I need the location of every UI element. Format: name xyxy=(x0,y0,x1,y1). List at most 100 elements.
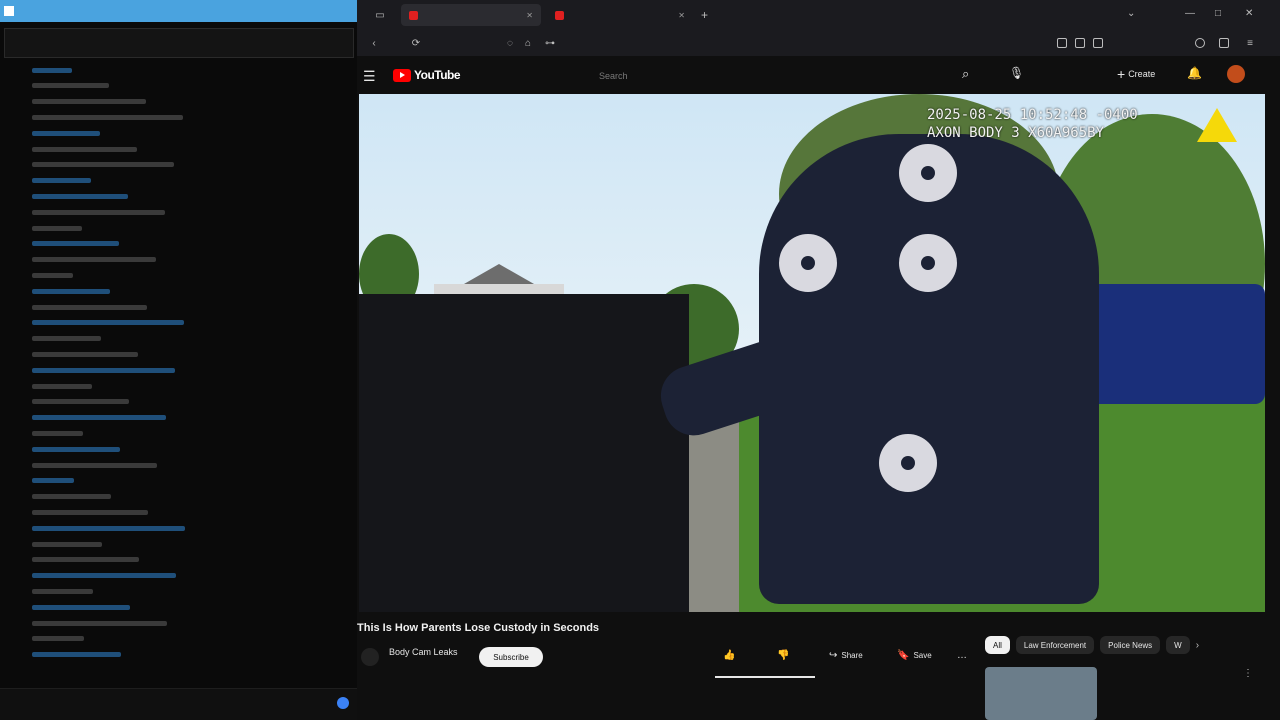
kebab-menu-icon[interactable]: ⋮ xyxy=(1243,668,1253,679)
chat-message[interactable] xyxy=(26,585,93,597)
minimize-icon[interactable]: — xyxy=(1185,8,1195,19)
back-icon[interactable]: ‹ xyxy=(365,38,383,49)
chat-message[interactable] xyxy=(26,538,102,550)
chat-message[interactable] xyxy=(26,649,121,661)
chat-message[interactable] xyxy=(26,633,84,645)
chat-message[interactable] xyxy=(26,222,82,234)
chat-message[interactable] xyxy=(26,64,72,76)
save-button[interactable]: 🔖 Save xyxy=(897,650,932,661)
chat-message[interactable] xyxy=(26,317,184,329)
subscribe-button[interactable]: Subscribe xyxy=(479,647,543,667)
chat-message[interactable] xyxy=(26,301,147,313)
create-button[interactable]: + Create xyxy=(1117,66,1155,82)
tab-youtube-1[interactable]: ✕ xyxy=(401,4,541,26)
chat-message-placeholder xyxy=(32,446,120,452)
chat-message[interactable] xyxy=(26,269,73,281)
chat-message[interactable] xyxy=(26,554,139,566)
permissions-icon[interactable]: ⊶ xyxy=(541,38,559,49)
mic-icon[interactable]: 🎙 xyxy=(1009,66,1024,80)
chat-message-placeholder xyxy=(32,304,147,310)
app-menu-icon[interactable]: ≡ xyxy=(1241,38,1259,49)
channel-name[interactable]: Body Cam Leaks xyxy=(389,647,458,657)
chat-message[interactable] xyxy=(26,111,183,123)
chat-message[interactable] xyxy=(26,238,119,250)
chat-message[interactable] xyxy=(26,443,120,455)
new-tab-icon[interactable]: + xyxy=(701,8,708,22)
extensions-icon[interactable] xyxy=(1219,38,1229,48)
chat-message-list[interactable] xyxy=(0,60,357,680)
chip-law-enforcement[interactable]: Law Enforcement xyxy=(1015,636,1095,654)
chip-police-news[interactable]: Police News xyxy=(1100,636,1161,654)
share-button[interactable]: ↪ Share xyxy=(829,650,863,661)
chat-message[interactable] xyxy=(26,506,148,518)
video-player[interactable]: 2025-08-25 10:52:48 -0400 AXON BODY 3 X6… xyxy=(359,94,1265,612)
chat-message[interactable] xyxy=(26,522,185,534)
chat-message[interactable] xyxy=(26,380,92,392)
chat-message[interactable] xyxy=(26,491,111,503)
chat-message[interactable] xyxy=(26,127,100,139)
chat-message[interactable] xyxy=(26,206,165,218)
chat-pinned-message xyxy=(4,28,354,58)
chip-more[interactable]: W xyxy=(1166,636,1190,654)
chat-message[interactable] xyxy=(26,570,176,582)
account-icon[interactable] xyxy=(1195,38,1205,48)
chat-message[interactable] xyxy=(26,364,175,376)
search-input[interactable] xyxy=(597,66,937,86)
close-tab-icon[interactable]: ✕ xyxy=(526,11,533,20)
avatar[interactable] xyxy=(1227,65,1245,83)
chat-message-placeholder xyxy=(32,67,72,73)
chip-all[interactable]: All xyxy=(985,636,1010,654)
chat-message-placeholder xyxy=(32,588,93,594)
hamburger-icon[interactable]: ☰ xyxy=(363,68,376,85)
chat-message-placeholder xyxy=(32,114,183,120)
close-tab-icon[interactable]: ✕ xyxy=(678,11,685,20)
chat-message[interactable] xyxy=(26,159,174,171)
dislike-button[interactable]: 👎 xyxy=(777,650,793,661)
tab-overview-icon[interactable]: ▭ xyxy=(371,10,389,21)
chat-message-placeholder xyxy=(32,636,84,642)
like-button[interactable]: 👍 xyxy=(723,650,739,661)
youtube-logo-text: YouTube xyxy=(414,68,461,82)
maximize-icon[interactable]: □ xyxy=(1215,8,1221,19)
chat-message[interactable] xyxy=(26,143,137,155)
chat-message[interactable] xyxy=(26,475,74,487)
tab-youtube-2[interactable]: ✕ xyxy=(547,4,693,26)
youtube-logo[interactable]: YouTube xyxy=(393,68,461,82)
chat-message-placeholder xyxy=(32,557,139,563)
chat-message[interactable] xyxy=(26,617,167,629)
reader-icon[interactable] xyxy=(1093,38,1103,48)
chat-panel xyxy=(0,0,357,720)
chat-message[interactable] xyxy=(26,175,91,187)
recommendation-thumbnail[interactable] xyxy=(985,667,1097,720)
chat-message-placeholder xyxy=(32,652,121,658)
more-actions-button[interactable]: … xyxy=(957,650,971,661)
chat-message[interactable] xyxy=(26,348,138,360)
lock-icon[interactable]: ⌂ xyxy=(519,38,537,49)
chat-message[interactable] xyxy=(26,412,166,424)
chat-send-icon[interactable] xyxy=(337,697,349,709)
chat-message[interactable] xyxy=(26,190,128,202)
chat-message[interactable] xyxy=(26,254,156,266)
screenshot-icon[interactable] xyxy=(1057,38,1067,48)
chat-message[interactable] xyxy=(26,285,110,297)
tab-list-chevron-icon[interactable]: ⌄ xyxy=(1127,8,1135,19)
picture-in-picture-icon[interactable] xyxy=(1075,38,1085,48)
chat-message-placeholder xyxy=(32,399,129,405)
search-icon[interactable]: ⌕ xyxy=(962,66,969,82)
chat-message[interactable] xyxy=(26,459,157,471)
chat-message[interactable] xyxy=(26,601,130,613)
chat-message[interactable] xyxy=(26,396,129,408)
shield-icon[interactable]: ◌ xyxy=(501,38,519,49)
bell-icon[interactable]: 🔔 xyxy=(1187,66,1202,80)
chevron-right-icon[interactable]: › xyxy=(1196,640,1199,651)
address-bar: ‹ ⟳ ◌ ⌂ ⊶ ≡ xyxy=(357,30,1280,56)
chat-message[interactable] xyxy=(26,333,101,345)
close-window-icon[interactable]: ✕ xyxy=(1245,8,1253,19)
chat-message-placeholder xyxy=(32,383,92,389)
chat-message[interactable] xyxy=(26,80,109,92)
chat-message[interactable] xyxy=(26,427,83,439)
chat-message[interactable] xyxy=(26,96,146,108)
channel-avatar[interactable] xyxy=(361,648,379,666)
chat-input-area[interactable] xyxy=(0,688,357,720)
reload-icon[interactable]: ⟳ xyxy=(407,38,425,49)
